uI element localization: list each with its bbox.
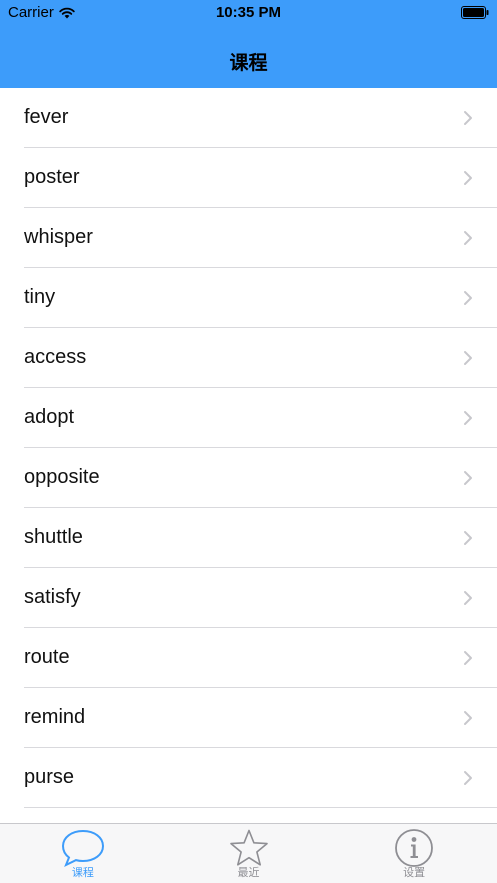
- chevron-right-icon: [464, 531, 472, 545]
- status-bar: Carrier 10:35 PM: [0, 0, 497, 26]
- list-item-label: access: [24, 346, 87, 368]
- list-item[interactable]: access: [0, 328, 497, 388]
- chevron-right-icon: [464, 351, 472, 365]
- list-item[interactable]: tiny: [0, 268, 497, 328]
- list-item-label: tiny: [24, 286, 56, 308]
- chevron-right-icon: [464, 771, 472, 785]
- chevron-right-icon: [464, 651, 472, 665]
- list-item-label: adopt: [24, 406, 75, 428]
- chevron-right-icon: [464, 231, 472, 245]
- list-item-label: poster: [24, 166, 80, 188]
- battery-icon: [461, 6, 489, 19]
- star-icon: [229, 829, 268, 866]
- list-item-label: route: [24, 646, 70, 668]
- page-title: 课程: [229, 53, 268, 74]
- tab-recent[interactable]: 最近: [166, 824, 332, 883]
- list-item[interactable]: shuttle: [0, 508, 497, 568]
- tab-settings[interactable]: 设置: [331, 824, 497, 883]
- tab-label: 最近: [237, 867, 260, 879]
- list-item-label: whisper: [24, 226, 93, 248]
- list-item[interactable]: purse: [0, 748, 497, 808]
- list-item[interactable]: fever: [0, 88, 497, 148]
- list-item[interactable]: poster: [0, 148, 497, 208]
- tab-label: 设置: [403, 867, 426, 879]
- list-item[interactable]: whisper: [0, 208, 497, 268]
- chevron-right-icon: [464, 291, 472, 305]
- tab-courses[interactable]: 课程: [0, 824, 166, 883]
- chevron-right-icon: [464, 411, 472, 425]
- word-list: fever poster whisper tiny access adopt o…: [0, 88, 497, 823]
- list-item-label: opposite: [24, 466, 100, 488]
- info-icon: [395, 829, 434, 867]
- chevron-right-icon: [464, 171, 472, 185]
- tab-label: 课程: [71, 867, 94, 879]
- list-item-label: fever: [24, 106, 69, 128]
- list-item[interactable]: route: [0, 628, 497, 688]
- list-item-label: purse: [24, 766, 75, 788]
- status-time: 10:35 PM: [215, 4, 282, 21]
- list-item-label: remind: [24, 706, 86, 728]
- tab-bar: 课程 最近 设置: [0, 823, 497, 883]
- chat-bubble-icon: [61, 829, 104, 868]
- list-item-label: shuttle: [24, 526, 83, 548]
- list-item[interactable]: adopt: [0, 388, 497, 448]
- chevron-right-icon: [464, 591, 472, 605]
- chevron-right-icon: [464, 111, 472, 125]
- chevron-right-icon: [464, 711, 472, 725]
- chevron-right-icon: [464, 471, 472, 485]
- list-item[interactable]: satisfy: [0, 568, 497, 628]
- header: Carrier 10:35 PM 课程: [0, 0, 497, 88]
- list-item[interactable]: remind: [0, 688, 497, 748]
- list-item[interactable]: opposite: [0, 448, 497, 508]
- list-item-label: satisfy: [24, 586, 81, 608]
- screen: Carrier 10:35 PM 课程 fever poster whisper…: [0, 0, 497, 883]
